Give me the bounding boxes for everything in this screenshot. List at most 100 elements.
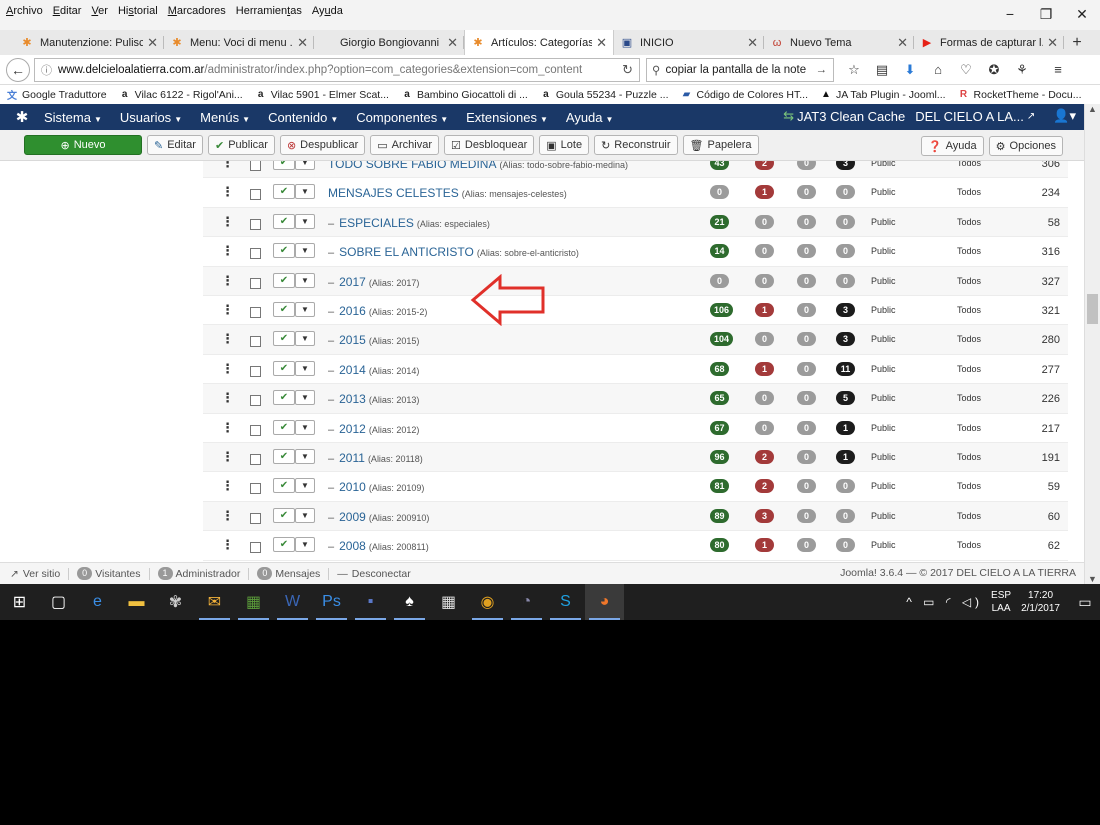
published-count[interactable]: 67 (710, 420, 729, 435)
editar-button[interactable]: ✎ Editar (147, 135, 203, 155)
category-row[interactable]: ⋮ ✔ ▼ – SOBRE EL ANTICRISTO (Alias: sobre-el-… (203, 237, 1068, 267)
close-button[interactable]: ✕ (1064, 6, 1100, 23)
category-title-link[interactable]: 2010 (339, 480, 366, 494)
drag-handle-icon[interactable]: ⋮ (221, 161, 234, 171)
category-title-link[interactable]: 2013 (339, 392, 366, 406)
archived-count[interactable]: 0 (797, 508, 816, 523)
published-count[interactable]: 14 (710, 244, 729, 259)
trashed-count[interactable]: 1 (836, 420, 855, 435)
language-indicator[interactable]: ESP LAA (991, 589, 1011, 615)
menu-item[interactable]: Ver (91, 5, 108, 17)
row-checkbox[interactable] (250, 424, 261, 436)
category-row[interactable]: ⋮ ✔ ▼ – ESPECIALES (Alias: especiales) 21 0 0 0 Pu… (203, 207, 1068, 238)
unpublished-count[interactable]: 0 (755, 420, 774, 435)
published-toggle-icon[interactable]: ✔ (273, 507, 295, 523)
menu-item[interactable]: Ayuda (312, 5, 343, 17)
joomla-menu-item[interactable]: Componentes ▼ (356, 110, 448, 125)
nuevo-button[interactable]: ⊕ Nuevo (24, 135, 142, 155)
ayuda-button[interactable]: ❓ Ayuda (920, 136, 984, 156)
browser-tab[interactable]: Giorgio Bongiovanni ✕ (314, 30, 464, 55)
category-row[interactable]: ⋮ ✔ ▼ –2017 (Alias: 2017) 0 0 0 0 Public Todos 327 (203, 266, 1068, 296)
category-row[interactable]: ⋮ ✔ ▼ –2009 (Alias: 200910) 89 3 0 0 Public Todos 6… (203, 501, 1068, 532)
archived-count[interactable]: 0 (797, 273, 816, 288)
unpublished-count[interactable]: 1 (755, 185, 774, 200)
published-count[interactable]: 68 (710, 361, 729, 376)
row-checkbox[interactable] (250, 454, 261, 465)
status-dropdown-icon[interactable]: ▼ (295, 161, 315, 170)
reading-list-icon[interactable]: ▤ (868, 62, 896, 78)
player-icon[interactable]: ◔ (507, 584, 546, 620)
windows-start-icon[interactable]: ⊞ (0, 584, 39, 620)
browser-tab[interactable]: ✱ Menu: Voci di menu ... ✕ (164, 30, 314, 55)
restore-button[interactable]: ❐ (1028, 6, 1064, 23)
page-scrollbar[interactable]: ▲ ▼ (1084, 104, 1100, 584)
published-count[interactable]: 89 (710, 508, 729, 523)
row-checkbox[interactable] (250, 307, 261, 318)
scroll-down-icon[interactable]: ▼ (1085, 574, 1100, 584)
status-dropdown-icon[interactable]: ▼ (295, 537, 315, 553)
published-toggle-icon[interactable]: ✔ (273, 360, 295, 376)
papelera-button[interactable]: 🗑 Papelera (682, 135, 759, 155)
category-row[interactable]: ⋮ ✔ ▼ TODO SOBRE FABIO MEDINA (Alias: todo-s… (203, 161, 1068, 179)
category-row[interactable]: ⋮ ✔ ▼ –2011 (Alias: 20118) 96 2 0 1 Public Todos 19… (203, 443, 1068, 473)
drag-handle-icon[interactable]: ⋮ (221, 361, 234, 377)
status-dropdown-icon[interactable]: ▼ (295, 507, 315, 523)
close-tab-icon[interactable]: ✕ (297, 35, 308, 51)
drag-handle-icon[interactable]: ⋮ (221, 184, 234, 200)
search-input[interactable]: copiar la pantalla de la note (665, 64, 806, 76)
category-title-link[interactable]: 2017 (339, 275, 366, 289)
drag-handle-icon[interactable]: ⋮ (221, 243, 234, 259)
drag-handle-icon[interactable]: ⋮ (221, 449, 234, 465)
bookmark-item[interactable]: R RocketTheme - Docu... (958, 89, 1082, 101)
trashed-count[interactable]: 0 (836, 185, 855, 200)
browser-tab[interactable]: ▣ INICIO ✕ (614, 30, 764, 55)
trashed-count[interactable]: 3 (836, 332, 855, 347)
menu-item[interactable]: Editar (53, 5, 82, 17)
published-toggle-icon[interactable]: ✔ (273, 272, 295, 288)
pocket-icon[interactable]: ♡ (952, 62, 980, 78)
menu-item[interactable]: Historial (118, 5, 158, 17)
joomla-menu-item[interactable]: Contenido ▼ (268, 110, 338, 125)
row-checkbox[interactable] (250, 365, 261, 377)
published-toggle-icon[interactable]: ✔ (273, 390, 295, 406)
category-title-link[interactable]: 2011 (339, 451, 365, 465)
reconstruir-button[interactable]: ↻ Reconstruir (594, 135, 678, 155)
home-icon[interactable]: ⌂ (924, 62, 952, 78)
published-count[interactable]: 43 (710, 161, 729, 170)
category-row[interactable]: ⋮ ✔ ▼ –2015 (Alias: 2015) 104 0 0 3 Public Todos 28… (203, 325, 1068, 355)
row-checkbox[interactable] (250, 277, 261, 289)
category-title-link[interactable]: 2012 (339, 422, 366, 436)
published-count[interactable]: 0 (710, 273, 729, 288)
status-dropdown-icon[interactable]: ▼ (295, 419, 315, 435)
bookmark-item[interactable]: a Goula 55234 - Puzzle ... (540, 89, 668, 101)
save-icon[interactable]: ▪ (351, 584, 390, 620)
row-checkbox[interactable] (250, 248, 261, 260)
photoshop-icon[interactable]: Ps (312, 584, 351, 620)
row-checkbox[interactable] (250, 218, 261, 230)
category-title-link[interactable]: 2016 (339, 304, 366, 318)
browser-tab[interactable]: ▶ Formas de capturar l... ✕ (914, 30, 1064, 55)
archived-count[interactable]: 0 (797, 332, 816, 347)
desbloquear-button[interactable]: ☑ Desbloquear (444, 135, 535, 155)
published-count[interactable]: 96 (710, 450, 729, 464)
extension-icon[interactable]: ⚘ (1008, 62, 1036, 78)
category-row[interactable]: ⋮ ✔ ▼ –2010 (Alias: 20109) 81 2 0 0 Public Todos 59 (203, 472, 1068, 502)
archived-count[interactable]: 0 (797, 391, 816, 406)
unpublished-count[interactable]: 3 (755, 508, 774, 523)
trashed-count[interactable]: 0 (836, 244, 855, 259)
trashed-count[interactable]: 0 (836, 508, 855, 523)
desconectar-link[interactable]: — Desconectar (337, 568, 410, 580)
status-dropdown-icon[interactable]: ▼ (295, 184, 315, 200)
mensajes-link[interactable]: 0 Mensajes (257, 567, 320, 580)
word-icon[interactable]: W (273, 584, 312, 620)
trashed-count[interactable]: 0 (836, 273, 855, 288)
archived-count[interactable]: 0 (797, 161, 816, 170)
category-row[interactable]: ⋮ ✔ ▼ –2012 (Alias: 2012) 67 0 0 1 Public Todos 217 (203, 414, 1068, 443)
row-checkbox[interactable] (250, 189, 261, 201)
trashed-count[interactable]: 11 (836, 361, 855, 376)
search-go-icon[interactable]: → (816, 64, 828, 76)
firefox-icon[interactable]: ◕ (585, 584, 624, 620)
archived-count[interactable]: 0 (797, 450, 816, 464)
unpublished-count[interactable]: 0 (755, 244, 774, 259)
published-toggle-icon[interactable]: ✔ (273, 243, 295, 259)
